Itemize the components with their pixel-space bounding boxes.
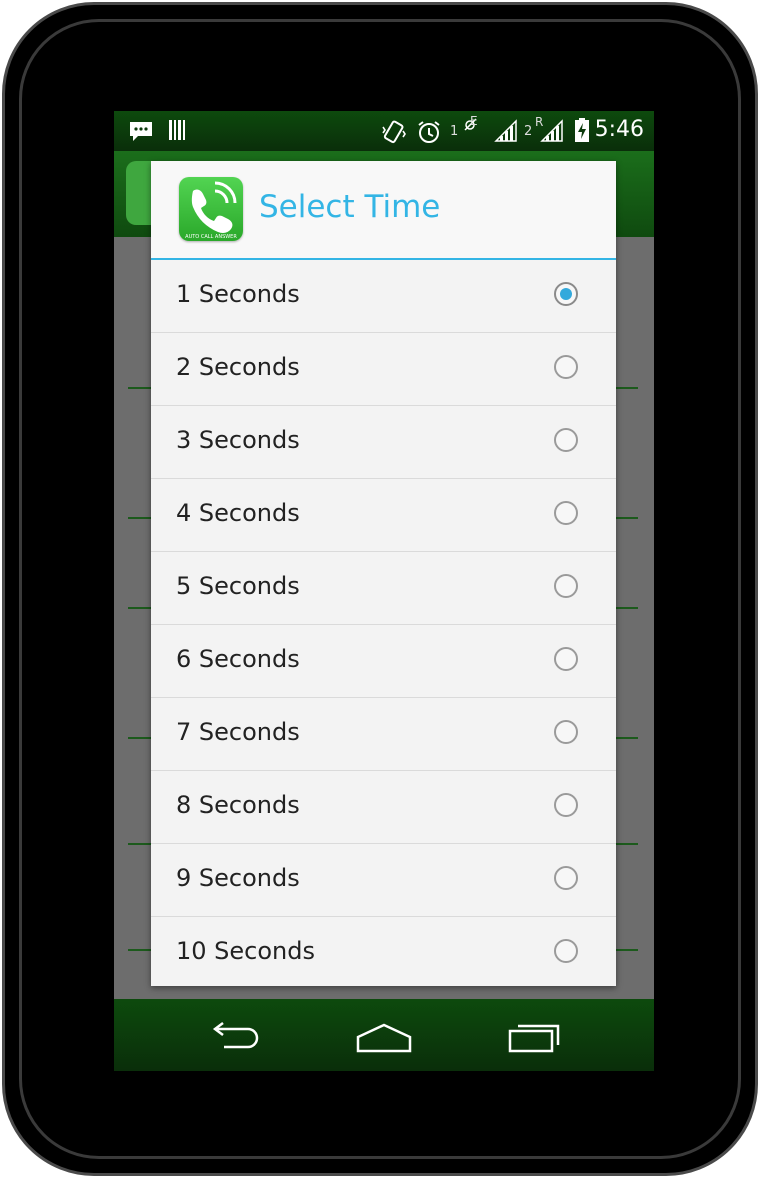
status-bar: 1 E 2 R 5:46 <box>114 111 654 151</box>
radio-button[interactable] <box>554 866 578 890</box>
sim2-label: 2 <box>524 124 533 139</box>
option-label: 9 Seconds <box>176 864 300 892</box>
list-item[interactable]: 10 Seconds <box>151 917 616 986</box>
option-label: 2 Seconds <box>176 353 300 381</box>
option-label: 3 Seconds <box>176 426 300 454</box>
list-item[interactable]: 2 Seconds <box>151 333 616 406</box>
dialog-header: AUTO CALL ANSWER Select Time <box>151 161 616 260</box>
radio-button[interactable] <box>554 793 578 817</box>
signal-icon-2 <box>540 119 563 142</box>
list-item[interactable]: 8 Seconds <box>151 771 616 844</box>
navigation-bar <box>114 999 654 1071</box>
dialog-title: Select Time <box>259 189 441 225</box>
home-icon[interactable] <box>354 1015 414 1055</box>
alarm-icon <box>418 121 440 143</box>
status-time: 5:46 <box>594 117 644 142</box>
phone-icon: AUTO CALL ANSWER <box>185 181 237 240</box>
list-item[interactable]: 9 Seconds <box>151 844 616 917</box>
radio-button[interactable] <box>554 355 578 379</box>
radio-selected-dot <box>560 288 572 300</box>
option-label: 6 Seconds <box>176 645 300 673</box>
barcode-icon <box>169 120 185 140</box>
option-label: 4 Seconds <box>176 499 300 527</box>
back-icon[interactable] <box>204 1015 264 1055</box>
option-label: 8 Seconds <box>176 791 300 819</box>
radio-button[interactable] <box>554 939 578 963</box>
select-time-dialog: AUTO CALL ANSWER Select Time 1 Seconds 2 … <box>151 161 616 986</box>
signal-icon <box>494 119 517 142</box>
list-item[interactable]: 3 Seconds <box>151 406 616 479</box>
recent-apps-icon[interactable] <box>506 1015 566 1055</box>
sim1-label: 1 <box>450 124 459 139</box>
list-item[interactable]: 6 Seconds <box>151 625 616 698</box>
option-label: 7 Seconds <box>176 718 300 746</box>
radio-button[interactable] <box>554 428 578 452</box>
list-item[interactable]: 1 Seconds <box>151 260 616 333</box>
option-label: 5 Seconds <box>176 572 300 600</box>
radio-button[interactable] <box>554 647 578 671</box>
app-icon-caption: AUTO CALL ANSWER <box>185 234 237 240</box>
list-item[interactable]: 4 Seconds <box>151 479 616 552</box>
time-options-list: 1 Seconds 2 Seconds 3 Seconds 4 Seconds 5 Se… <box>151 260 616 986</box>
list-item[interactable]: 5 Seconds <box>151 552 616 625</box>
radio-button[interactable] <box>554 501 578 525</box>
message-icon <box>130 122 152 141</box>
vibrate-icon <box>382 120 406 144</box>
radio-button[interactable] <box>554 282 578 306</box>
auto-call-answer-icon: AUTO CALL ANSWER <box>179 177 243 241</box>
list-item[interactable]: 7 Seconds <box>151 698 616 771</box>
battery-charging-icon <box>575 118 589 142</box>
option-label: 10 Seconds <box>176 937 315 965</box>
radio-button[interactable] <box>554 574 578 598</box>
option-label: 1 Seconds <box>176 280 300 308</box>
network-type-e: E <box>470 114 478 128</box>
radio-button[interactable] <box>554 720 578 744</box>
